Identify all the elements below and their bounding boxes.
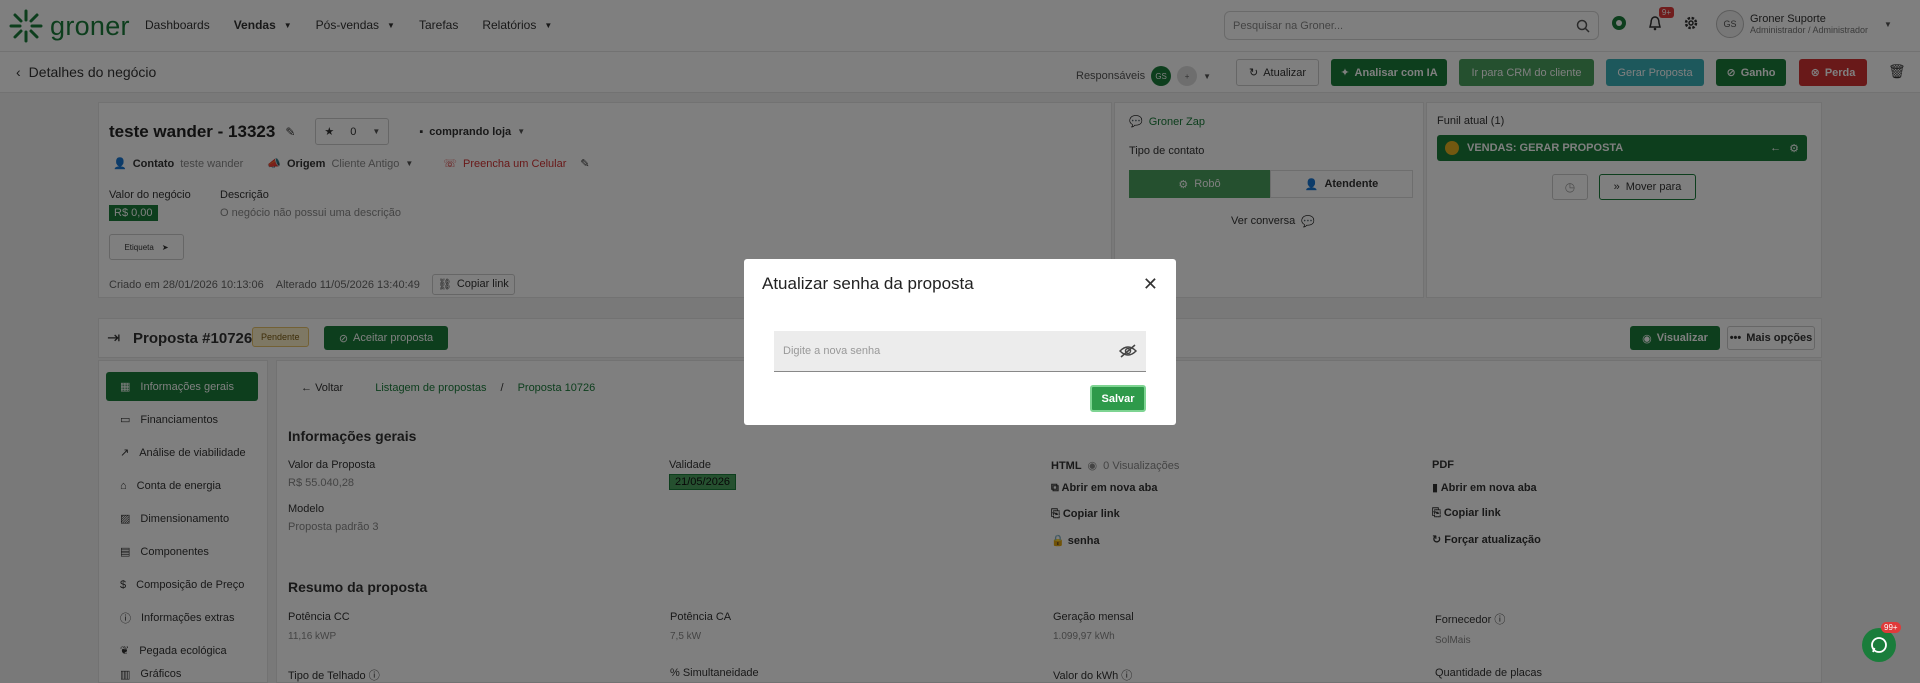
modal-title: Atualizar senha da proposta <box>762 274 974 293</box>
password-field <box>774 331 1146 372</box>
whatsapp-float-button[interactable] <box>1862 628 1896 662</box>
update-password-modal: Atualizar senha da proposta ✕ Salvar <box>744 259 1176 425</box>
close-icon[interactable]: ✕ <box>1143 274 1158 295</box>
whatsapp-icon <box>1871 637 1887 653</box>
eye-off-icon[interactable] <box>1119 344 1137 358</box>
save-button[interactable]: Salvar <box>1090 385 1146 412</box>
password-input[interactable] <box>783 345 1103 357</box>
whatsapp-badge: 99+ <box>1881 622 1901 633</box>
